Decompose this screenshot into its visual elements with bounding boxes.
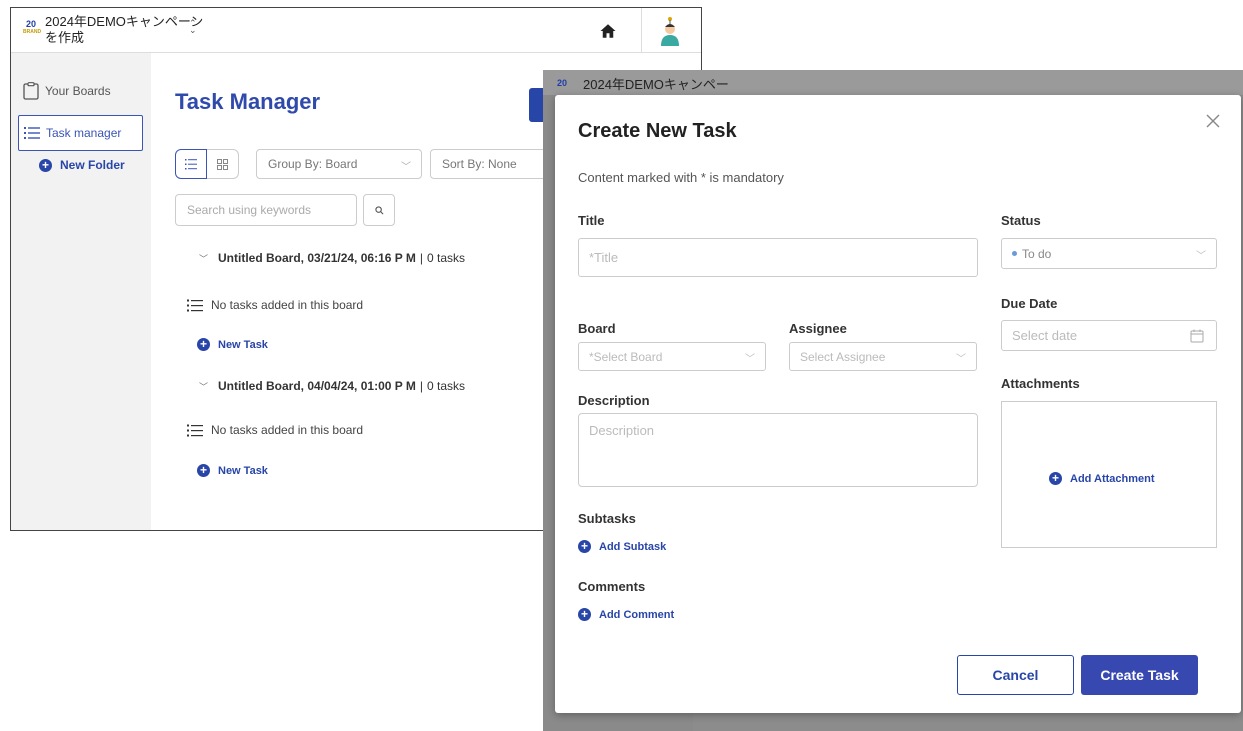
collapse-caret-icon: ﹀ <box>199 381 209 392</box>
search-icon <box>374 205 383 214</box>
status-dot-icon <box>1012 251 1017 256</box>
cancel-button[interactable]: Cancel <box>957 655 1074 695</box>
description-label: Description <box>578 393 650 408</box>
close-icon[interactable] <box>1205 113 1221 129</box>
logo-text: 20 <box>25 19 36 29</box>
board-separator: | <box>419 251 423 265</box>
create-task-button[interactable]: Create Task <box>1081 655 1198 695</box>
overlay-title-bar: 20 2024年DEMOキャンペー <box>543 70 1243 95</box>
list-icon <box>187 299 203 312</box>
board-header[interactable]: ﹀ Untitled Board, 03/21/24, 06:16 P M | … <box>199 251 465 265</box>
create-task-modal: Create New Task Content marked with * is… <box>555 95 1241 713</box>
plus-circle-icon: + <box>197 464 210 477</box>
empty-board-text: No tasks added in this board <box>211 298 364 312</box>
title-bar: 20 BRAND 2024年DEMOキャンペーンを作成 ⌃ ⌄ <box>11 8 701 53</box>
modal-title: Create New Task <box>578 120 737 142</box>
new-task-label: New Task <box>218 338 268 351</box>
empty-board-text: No tasks added in this board <box>211 423 364 437</box>
new-folder-button[interactable]: + New Folder <box>39 158 125 172</box>
new-task-button[interactable]: + New Task <box>197 338 268 351</box>
group-by-dropdown[interactable]: Group By: Board ﹀ <box>256 149 422 179</box>
title-sort-icon[interactable]: ⌃ ⌄ <box>189 19 197 35</box>
overlay-app-title: 2024年DEMOキャンペー <box>583 77 729 92</box>
chevron-down-icon: ﹀ <box>1196 250 1206 262</box>
description-textarea[interactable] <box>578 413 978 487</box>
plus-circle-icon: + <box>578 540 591 553</box>
search-input[interactable] <box>175 194 357 226</box>
status-value: To do <box>1022 246 1052 261</box>
assignee-placeholder: Select Assignee <box>800 349 886 364</box>
chevron-down-icon: ﹀ <box>745 353 755 365</box>
board-label: Board <box>578 321 616 336</box>
new-task-button[interactable]: + New Task <box>197 464 268 477</box>
empty-board-message: No tasks added in this board <box>187 298 363 312</box>
board-separator: | <box>419 379 423 393</box>
home-icon[interactable] <box>599 22 617 40</box>
attachments-label: Attachments <box>1001 376 1080 391</box>
page-title: Task Manager <box>175 89 321 114</box>
subtasks-label: Subtasks <box>578 511 636 526</box>
due-date-picker[interactable]: Select date <box>1001 320 1217 351</box>
attachments-dropzone[interactable]: + Add Attachment <box>1001 401 1217 548</box>
app-logo: 20 <box>557 78 568 88</box>
grid-view-button[interactable] <box>207 149 239 179</box>
group-by-value: Group By: Board <box>268 157 358 171</box>
chevron-down-icon: ﹀ <box>956 353 966 365</box>
add-attachment-button[interactable]: + Add Attachment <box>1049 472 1155 485</box>
view-toggle <box>175 149 239 179</box>
sidebar-item-task-manager[interactable]: Task manager <box>18 115 143 151</box>
avatar-icon[interactable] <box>659 16 681 46</box>
due-date-label: Due Date <box>1001 296 1058 311</box>
title-divider <box>641 8 642 53</box>
due-date-placeholder: Select date <box>1012 328 1078 343</box>
board-dropdown[interactable]: *Select Board ﹀ <box>578 342 766 371</box>
chevron-down-icon: ﹀ <box>401 162 411 173</box>
plus-circle-icon: + <box>197 338 210 351</box>
collapse-caret-icon: ﹀ <box>199 253 209 264</box>
new-task-label: New Task <box>218 464 268 477</box>
comments-label: Comments <box>578 579 646 594</box>
plus-circle-icon: + <box>39 158 52 172</box>
add-subtask-label: Add Subtask <box>599 540 667 553</box>
board-task-count: 0 tasks <box>427 251 466 265</box>
title-label: Title <box>578 213 605 228</box>
add-comment-button[interactable]: + Add Comment <box>578 608 674 621</box>
board-task-count: 0 tasks <box>427 379 466 393</box>
calendar-icon <box>1190 329 1204 343</box>
add-subtask-button[interactable]: + Add Subtask <box>578 540 666 553</box>
status-label: Status <box>1001 213 1041 228</box>
sort-by-value: Sort By: None <box>442 157 517 171</box>
assignee-label: Assignee <box>789 321 847 336</box>
list-icon <box>23 124 41 142</box>
mandatory-note: Content marked with * is mandatory <box>578 170 784 185</box>
sidebar: Your Boards Task manager + New Folder <box>11 53 151 530</box>
board-header[interactable]: ﹀ Untitled Board, 04/04/24, 01:00 P M | … <box>199 379 465 393</box>
list-view-button[interactable] <box>175 149 207 179</box>
search-button[interactable] <box>363 194 395 226</box>
plus-circle-icon: + <box>578 608 591 621</box>
board-name: Untitled Board, 03/21/24, 06:16 P M <box>218 251 416 265</box>
board-name: Untitled Board, 04/04/24, 01:00 P M <box>218 379 416 393</box>
status-dropdown[interactable]: To do ﹀ <box>1001 238 1217 269</box>
sidebar-item-label: Your Boards <box>45 84 111 98</box>
list-view-icon <box>185 158 197 169</box>
add-attachment-label: Add Attachment <box>1070 472 1155 485</box>
title-input[interactable] <box>578 238 978 277</box>
assignee-dropdown[interactable]: Select Assignee ﹀ <box>789 342 977 371</box>
plus-circle-icon: + <box>1049 472 1062 485</box>
add-comment-label: Add Comment <box>599 608 675 621</box>
clipboard-icon <box>22 82 40 100</box>
logo-subtext: BRAND <box>23 29 42 35</box>
sidebar-item-your-boards[interactable]: Your Boards <box>18 73 143 109</box>
app-logo: 20 BRAND <box>23 19 42 42</box>
list-icon <box>187 424 203 437</box>
empty-board-message: No tasks added in this board <box>187 423 363 437</box>
grid-view-icon <box>217 158 228 170</box>
new-folder-label: New Folder <box>60 158 125 172</box>
sidebar-item-label: Task manager <box>46 126 122 140</box>
sort-by-dropdown[interactable]: Sort By: None <box>430 149 560 179</box>
board-placeholder: *Select Board <box>589 349 663 364</box>
